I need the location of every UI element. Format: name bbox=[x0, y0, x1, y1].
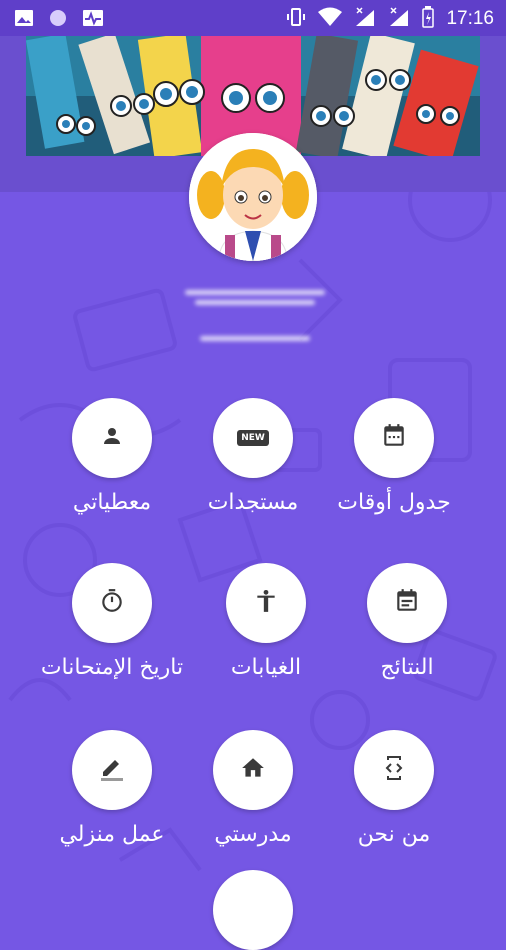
menu-news-circle[interactable]: NEW bbox=[213, 398, 293, 478]
blurred-user-name bbox=[185, 290, 325, 295]
girl-avatar-icon bbox=[189, 133, 317, 261]
menu-about-us-circle[interactable] bbox=[354, 730, 434, 810]
menu-homework[interactable]: عمل منزلي bbox=[32, 730, 192, 880]
menu-results[interactable]: النتائج bbox=[327, 563, 487, 713]
menu-exam-dates-label: تاريخ الإمتحانات bbox=[40, 655, 184, 680]
circle-icon bbox=[48, 8, 68, 32]
profile-avatar[interactable] bbox=[189, 133, 317, 261]
menu-my-school[interactable]: مدرستي bbox=[173, 730, 333, 880]
signal-x-icon bbox=[354, 6, 376, 32]
menu-my-data-circle[interactable] bbox=[72, 398, 152, 478]
menu-absences-circle[interactable] bbox=[226, 563, 306, 643]
accessibility-icon bbox=[253, 588, 279, 618]
menu-exam-dates-circle[interactable] bbox=[72, 563, 152, 643]
menu-news[interactable]: NEW مستجدات bbox=[173, 398, 333, 548]
battery-icon bbox=[422, 6, 435, 32]
person-icon bbox=[100, 424, 124, 452]
blurred-user-info bbox=[200, 336, 310, 341]
menu-timetable-circle[interactable] bbox=[354, 398, 434, 478]
status-bar: 17:16 bbox=[0, 0, 506, 36]
menu-timetable[interactable]: جدول أوقات bbox=[314, 398, 474, 548]
status-time: 17:16 bbox=[446, 8, 494, 29]
event-note-icon bbox=[394, 588, 420, 618]
activity-icon bbox=[82, 9, 104, 31]
calendar-icon bbox=[381, 423, 407, 453]
menu-my-data[interactable]: معطياتي bbox=[32, 398, 192, 548]
menu-results-circle[interactable] bbox=[367, 563, 447, 643]
timer-icon bbox=[99, 588, 125, 618]
menu-more-circle[interactable] bbox=[213, 870, 293, 950]
image-icon bbox=[14, 9, 34, 31]
menu-exam-dates[interactable]: تاريخ الإمتحانات bbox=[32, 563, 192, 713]
signal-x-icon bbox=[388, 6, 410, 32]
wifi-icon bbox=[318, 7, 343, 31]
new-badge-icon: NEW bbox=[237, 430, 269, 446]
menu-my-school-circle[interactable] bbox=[213, 730, 293, 810]
developer-mode-icon bbox=[382, 755, 406, 785]
menu-about-us[interactable]: من نحن bbox=[314, 730, 474, 880]
menu-homework-circle[interactable] bbox=[72, 730, 152, 810]
menu-absences[interactable]: الغيابات bbox=[186, 563, 346, 713]
menu-homework-label: عمل منزلي bbox=[59, 822, 165, 847]
home-icon bbox=[240, 755, 266, 785]
menu-my-data-label: معطياتي bbox=[72, 490, 152, 515]
edit-icon bbox=[98, 754, 126, 786]
vibrate-icon bbox=[286, 7, 306, 31]
blurred-user-name bbox=[195, 300, 315, 305]
